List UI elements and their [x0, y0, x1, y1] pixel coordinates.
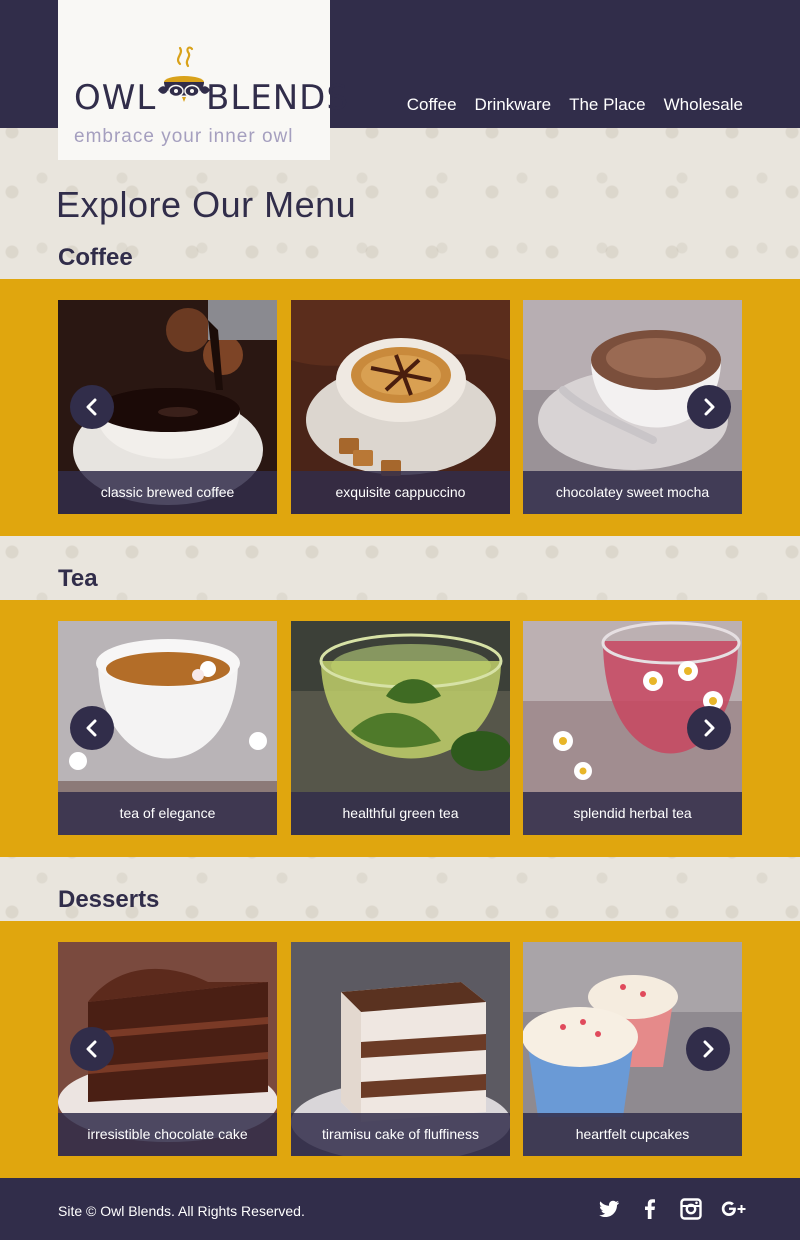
- chevron-left-icon: [86, 719, 97, 737]
- menu-card-label: tea of elegance: [119, 805, 216, 821]
- menu-card-label: splendid herbal tea: [573, 805, 692, 821]
- nav-drinkware[interactable]: Drinkware: [475, 95, 552, 115]
- nav-wholesale[interactable]: Wholesale: [664, 95, 743, 115]
- logo-word-owl: OWL: [74, 78, 157, 118]
- menu-card-label: healthful green tea: [342, 805, 459, 821]
- chevron-right-icon: [704, 398, 715, 416]
- footer-copyright: Site © Owl Blends. All Rights Reserved.: [58, 1203, 305, 1219]
- nav-coffee[interactable]: Coffee: [407, 95, 457, 115]
- carousel-next-button[interactable]: [687, 706, 731, 750]
- carousel-next-button[interactable]: [686, 1027, 730, 1071]
- menu-card-label: exquisite cappuccino: [335, 484, 466, 500]
- footer: Site © Owl Blends. All Rights Reserved.: [0, 1178, 800, 1240]
- section-title-tea: Tea: [58, 565, 98, 592]
- logo-word-blends: BLENDS: [206, 78, 349, 118]
- menu-card-tiramisu-cake-of-fluffiness[interactable]: tiramisu cake of fluffiness: [291, 942, 510, 1156]
- google-plus-icon[interactable]: [720, 1197, 746, 1221]
- section-title-desserts: Desserts: [58, 886, 160, 913]
- page-title: Explore Our Menu: [56, 184, 357, 225]
- carousel-prev-button[interactable]: [70, 706, 114, 750]
- nav-the-place[interactable]: The Place: [569, 95, 646, 115]
- carousel-next-button[interactable]: [687, 385, 731, 429]
- menu-card-label: chocolatey sweet mocha: [555, 484, 710, 500]
- carousel-prev-button[interactable]: [70, 385, 114, 429]
- twitter-icon[interactable]: [597, 1197, 621, 1221]
- menu-card-label: tiramisu cake of fluffiness: [322, 1126, 479, 1142]
- carousel-prev-button[interactable]: [70, 1027, 114, 1071]
- menu-card-label: heartfelt cupcakes: [575, 1126, 690, 1142]
- facebook-icon[interactable]: [638, 1197, 662, 1221]
- main-nav: Coffee Drinkware The Place Wholesale: [407, 95, 743, 115]
- menu-card-healthful-green-tea[interactable]: healthful green tea: [291, 621, 510, 835]
- chevron-left-icon: [86, 1040, 97, 1058]
- menu-card-label: irresistible chocolate cake: [87, 1126, 248, 1142]
- tagline: embrace your inner owl: [74, 126, 294, 147]
- owl-cup-logo-icon: [158, 46, 210, 102]
- section-title-coffee: Coffee: [58, 244, 133, 271]
- menu-card-exquisite-cappuccino[interactable]: exquisite cappuccino: [291, 300, 510, 514]
- logo[interactable]: OWL BLENDS embrace your inner owl: [58, 0, 348, 160]
- chevron-right-icon: [704, 719, 715, 737]
- menu-card-label: classic brewed coffee: [100, 484, 235, 500]
- chevron-right-icon: [703, 1040, 714, 1058]
- instagram-icon[interactable]: [679, 1197, 703, 1221]
- chevron-left-icon: [86, 398, 97, 416]
